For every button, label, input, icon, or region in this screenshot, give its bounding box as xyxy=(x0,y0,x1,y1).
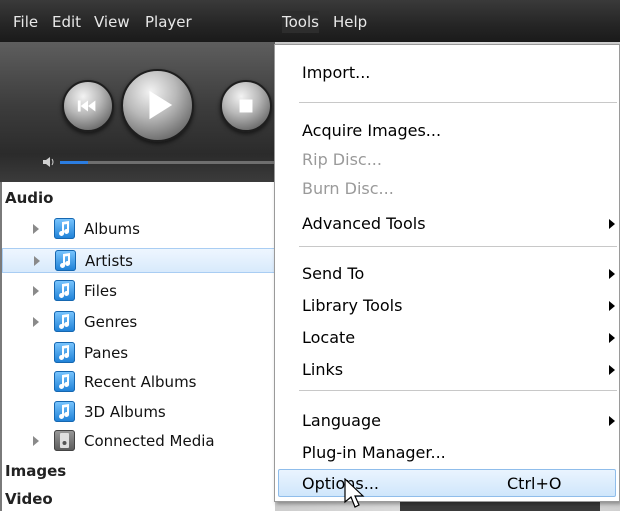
menu-item-label: Send To xyxy=(302,264,365,283)
stop-button[interactable] xyxy=(220,80,272,132)
submenu-arrow-icon xyxy=(609,219,615,229)
submenu-arrow-icon xyxy=(609,269,615,279)
video-header[interactable]: Video xyxy=(5,490,53,508)
menu-bar: File Edit View Player Tools Help xyxy=(0,0,620,42)
mouse-pointer-icon xyxy=(344,478,365,508)
menu-tools[interactable]: Tools xyxy=(282,11,319,33)
music-note-icon xyxy=(54,342,75,363)
menu-item-advanced-tools[interactable]: Advanced Tools xyxy=(275,210,619,238)
tree-item-panes[interactable]: Panes xyxy=(2,341,275,366)
menu-item-label: Acquire Images... xyxy=(302,121,442,140)
stop-icon xyxy=(239,99,253,113)
menu-item-label: Advanced Tools xyxy=(302,214,426,233)
menu-item-rip-disc: Rip Disc... xyxy=(275,146,619,174)
tree-item-3d-albums[interactable]: 3D Albums xyxy=(2,400,275,425)
music-note-icon xyxy=(54,311,75,332)
tree-item-label: 3D Albums xyxy=(84,403,166,421)
menu-item-label: Plug-in Manager... xyxy=(302,443,446,462)
tree-item-label: Connected Media xyxy=(84,432,215,450)
menu-item-links[interactable]: Links xyxy=(275,356,619,384)
menu-item-label: Import... xyxy=(302,63,371,82)
music-note-icon xyxy=(54,371,75,392)
play-button[interactable] xyxy=(121,69,194,142)
images-header[interactable]: Images xyxy=(5,462,66,480)
music-note-icon xyxy=(55,250,76,271)
menu-item-label: Library Tools xyxy=(302,296,403,315)
tree-item-label: Recent Albums xyxy=(84,373,197,391)
menu-item-import[interactable]: Import... xyxy=(275,59,619,87)
menu-file[interactable]: File xyxy=(13,11,38,33)
music-note-icon xyxy=(54,401,75,422)
tree-item-label: Files xyxy=(84,282,117,300)
menu-item-label: Locate xyxy=(302,328,356,347)
expand-arrow-icon[interactable] xyxy=(33,317,39,327)
tree-item-files[interactable]: Files xyxy=(2,279,275,304)
submenu-arrow-icon xyxy=(609,333,615,343)
library-tree: Audio Albums Artists Files Genres Panes … xyxy=(0,182,275,511)
submenu-arrow-icon xyxy=(609,365,615,375)
tree-item-recent-albums[interactable]: Recent Albums xyxy=(2,370,275,395)
menu-separator xyxy=(299,246,617,247)
tree-item-artists[interactable]: Artists xyxy=(2,248,275,273)
menu-item-label: Language xyxy=(302,411,381,430)
tree-item-albums[interactable]: Albums xyxy=(2,217,275,242)
tree-item-genres[interactable]: Genres xyxy=(2,310,275,335)
tree-item-label: Albums xyxy=(84,220,140,238)
menu-item-acquire-images[interactable]: Acquire Images... xyxy=(275,117,619,145)
tree-item-connected-media[interactable]: Connected Media xyxy=(2,429,275,454)
audio-header[interactable]: Audio xyxy=(5,189,53,207)
menu-item-plugin-manager[interactable]: Plug-in Manager... xyxy=(275,439,619,467)
tree-item-label: Panes xyxy=(84,344,129,362)
expand-arrow-icon[interactable] xyxy=(33,286,39,296)
volume-icon[interactable] xyxy=(42,155,56,169)
music-note-icon xyxy=(54,218,75,239)
menu-item-library-tools[interactable]: Library Tools xyxy=(275,292,619,320)
menu-player[interactable]: Player xyxy=(145,11,192,33)
previous-button[interactable] xyxy=(62,80,114,132)
menu-edit[interactable]: Edit xyxy=(52,11,81,33)
menu-item-locate[interactable]: Locate xyxy=(275,324,619,352)
tree-item-label: Genres xyxy=(84,313,138,331)
tree-item-label: Artists xyxy=(85,252,133,270)
menu-separator xyxy=(299,390,617,391)
submenu-arrow-icon xyxy=(609,301,615,311)
menu-view[interactable]: View xyxy=(94,11,130,33)
expand-arrow-icon[interactable] xyxy=(33,436,39,446)
menu-item-label: Rip Disc... xyxy=(302,150,382,169)
menu-item-shortcut: Ctrl+O xyxy=(507,474,562,493)
menu-item-label: Burn Disc... xyxy=(302,179,394,198)
menu-separator xyxy=(299,102,617,103)
menu-help[interactable]: Help xyxy=(333,11,367,33)
menu-item-burn-disc: Burn Disc... xyxy=(275,175,619,203)
music-note-icon xyxy=(54,280,75,301)
menu-item-label: Links xyxy=(302,360,344,379)
player-controls xyxy=(0,42,275,182)
volume-level xyxy=(60,161,88,164)
device-icon xyxy=(54,430,75,451)
previous-icon xyxy=(77,100,96,112)
expand-arrow-icon[interactable] xyxy=(34,256,40,266)
menu-item-options[interactable]: Options... Ctrl+O xyxy=(278,469,616,497)
tools-menu: Import... Acquire Images... Rip Disc... … xyxy=(274,44,620,502)
play-icon xyxy=(149,90,173,120)
menu-item-language[interactable]: Language xyxy=(275,407,619,435)
submenu-arrow-icon xyxy=(609,416,615,426)
menu-item-send-to[interactable]: Send To xyxy=(275,260,619,288)
expand-arrow-icon[interactable] xyxy=(33,224,39,234)
volume-slider[interactable] xyxy=(60,161,275,164)
menu-item-label: Options... xyxy=(302,474,379,493)
